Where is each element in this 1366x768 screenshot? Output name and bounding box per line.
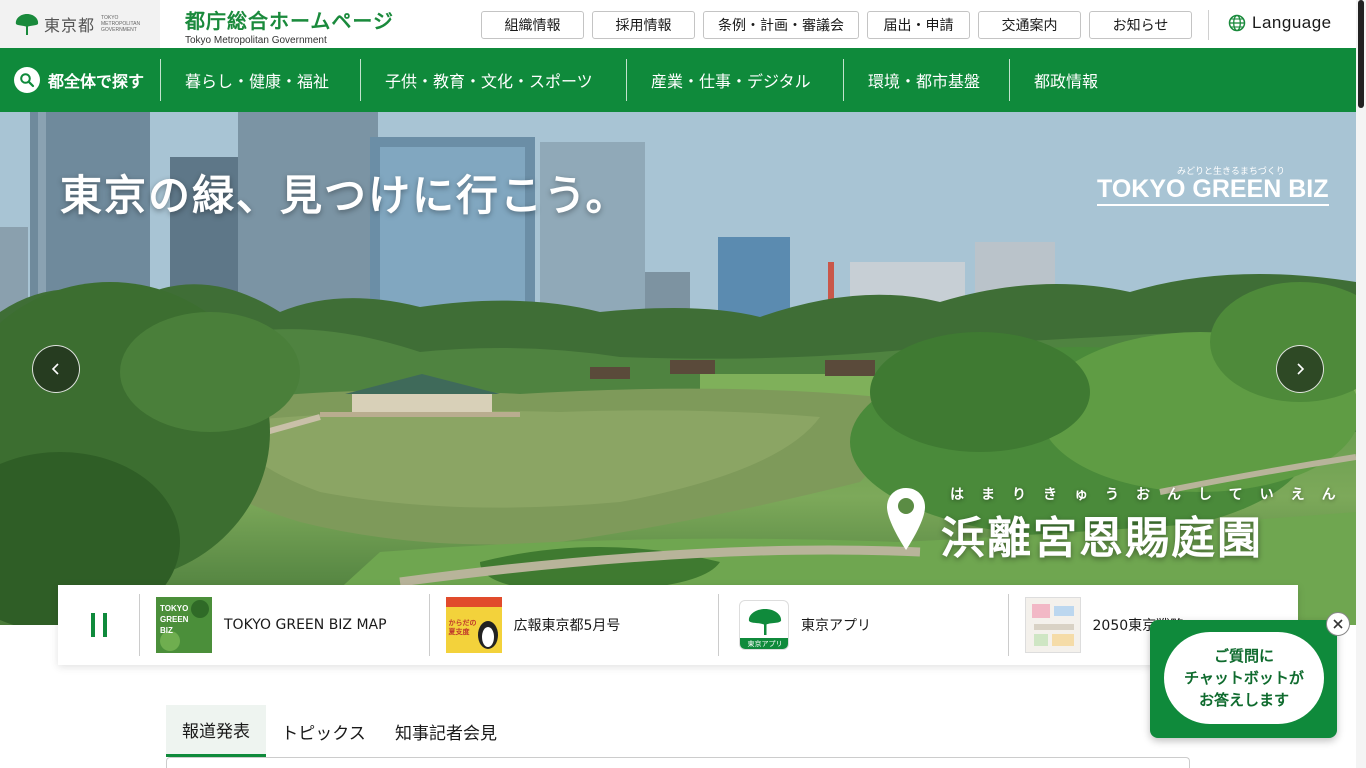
slide-item-green-biz-map[interactable]: TOKYO GREEN BIZ TOKYO GREEN BIZ MAP bbox=[140, 594, 430, 656]
tab-governor-press[interactable]: 知事記者会見 bbox=[381, 705, 511, 757]
nav-item-industry[interactable]: 産業・仕事・デジタル bbox=[627, 59, 844, 101]
site-search-label: 都全体で探す bbox=[48, 72, 145, 91]
chatbot-bubble: ご質問に チャットボットが お答えします bbox=[1164, 632, 1324, 724]
koho-magazine-thumbnail: からだの夏支度 bbox=[445, 597, 502, 653]
logo-name: 東京都 bbox=[44, 16, 96, 35]
main-nav: 都全体で探す 暮らし・健康・福祉 子供・教育・文化・スポーツ 産業・仕事・デジタ… bbox=[0, 48, 1356, 112]
close-icon bbox=[1333, 619, 1343, 629]
util-recruit-button[interactable]: 採用情報 bbox=[592, 11, 695, 39]
ginkgo-leaf-icon bbox=[15, 14, 39, 35]
slide-label: 広報東京都5月号 bbox=[513, 618, 621, 634]
language-label: Language bbox=[1252, 13, 1332, 32]
chatbot-launcher[interactable]: ご質問に チャットボットが お答えします bbox=[1150, 620, 1337, 738]
nav-item-environment[interactable]: 環境・都市基盤 bbox=[844, 59, 1010, 101]
hero-prev-button[interactable] bbox=[32, 345, 80, 393]
green-biz-thumbnail: TOKYO GREEN BIZ bbox=[156, 597, 212, 653]
site-title-jp: 都庁総合ホームページ bbox=[185, 9, 394, 33]
util-org-info-button[interactable]: 組織情報 bbox=[481, 11, 584, 39]
nav-item-living[interactable]: 暮らし・健康・福祉 bbox=[161, 59, 361, 101]
slide-item-koho-may[interactable]: からだの夏支度 広報東京都5月号 bbox=[430, 594, 719, 656]
page-scrollbar[interactable] bbox=[1356, 0, 1366, 768]
util-application-button[interactable]: 届出・申請 bbox=[867, 11, 970, 39]
logo-english-text: TOKYO METROPOLITAN GOVERNMENT bbox=[101, 15, 141, 33]
news-tabs: 報道発表 トピックス 知事記者会見 bbox=[166, 705, 511, 757]
green-biz-brand: TOKYO GREEN BIZ bbox=[1097, 174, 1329, 206]
search-icon bbox=[14, 67, 40, 93]
hero-next-button[interactable] bbox=[1276, 345, 1324, 393]
chevron-left-icon bbox=[51, 363, 59, 375]
location-pin-icon bbox=[887, 488, 925, 550]
util-access-button[interactable]: 交通案内 bbox=[978, 11, 1081, 39]
slide-item-tokyo-app[interactable]: 東京アプリ 東京アプリ bbox=[719, 594, 1009, 656]
place-name-ruby: はまりきゅうおんしていえん bbox=[950, 487, 1353, 503]
scrollbar-thumb[interactable] bbox=[1358, 0, 1364, 108]
news-panel bbox=[166, 757, 1190, 768]
globe-icon bbox=[1228, 14, 1246, 32]
hero-headline: 東京の緑、見つけに行こう。 bbox=[60, 171, 630, 220]
site-title[interactable]: 都庁総合ホームページ Tokyo Metropolitan Government bbox=[185, 5, 394, 46]
carousel-slide-list: TOKYO GREEN BIZ TOKYO GREEN BIZ MAP からだの… bbox=[58, 585, 1298, 665]
language-divider bbox=[1208, 10, 1209, 40]
site-title-en: Tokyo Metropolitan Government bbox=[185, 35, 327, 46]
hero-carousel: 東京の緑、見つけに行こう。 みどりと生きるまちづくり TOKYO GREEN B… bbox=[0, 112, 1356, 625]
tokyo-green-biz-logo[interactable]: みどりと生きるまちづくり TOKYO GREEN BIZ bbox=[1097, 164, 1329, 214]
site-search-button[interactable]: 都全体で探す bbox=[0, 59, 161, 101]
slide-label: 東京アプリ bbox=[801, 618, 871, 634]
site-header: 東京都 TOKYO METROPOLITAN GOVERNMENT 都庁総合ホー… bbox=[0, 0, 1356, 48]
slide-label: TOKYO GREEN BIZ MAP bbox=[224, 617, 387, 633]
tokyo-app-thumbnail: 東京アプリ bbox=[739, 600, 789, 650]
language-button[interactable]: Language bbox=[1228, 13, 1332, 33]
nav-item-children[interactable]: 子供・教育・文化・スポーツ bbox=[361, 59, 627, 101]
util-ordinance-button[interactable]: 条例・計画・審議会 bbox=[703, 11, 859, 39]
chevron-right-icon bbox=[1297, 363, 1305, 375]
pause-icon bbox=[90, 613, 95, 637]
nav-item-government[interactable]: 都政情報 bbox=[1010, 59, 1160, 101]
tokyo-logo[interactable]: 東京都 TOKYO METROPOLITAN GOVERNMENT bbox=[0, 0, 160, 48]
strategy-thumbnail bbox=[1024, 597, 1081, 653]
tab-press-release[interactable]: 報道発表 bbox=[166, 705, 266, 757]
carousel-pause-button[interactable] bbox=[58, 594, 140, 656]
chatbot-close-button[interactable] bbox=[1326, 612, 1350, 636]
tab-topics[interactable]: トピックス bbox=[266, 705, 381, 757]
util-notice-button[interactable]: お知らせ bbox=[1089, 11, 1192, 39]
place-name: 浜離宮恩賜庭園 bbox=[941, 513, 1263, 564]
utility-nav: 組織情報 採用情報 条例・計画・審議会 届出・申請 交通案内 お知らせ bbox=[481, 11, 1192, 39]
